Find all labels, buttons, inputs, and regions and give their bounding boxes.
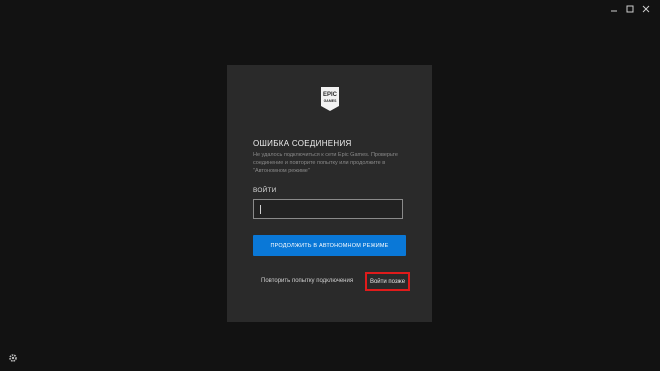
text-caret: [260, 205, 261, 214]
maximize-icon[interactable]: [622, 2, 638, 16]
close-icon[interactable]: [638, 2, 654, 16]
offline-mode-button[interactable]: ПРОДОЛЖИТЬ В АВТОНОМНОМ РЕЖИМЕ: [253, 235, 406, 256]
minimize-icon[interactable]: [606, 2, 622, 16]
sign-in-later-button[interactable]: Войти позже: [365, 272, 410, 291]
svg-text:GAMES: GAMES: [324, 99, 338, 103]
dialog-title: ОШИБКА СОЕДИНЕНИЯ: [253, 139, 352, 148]
error-description: Не удалось подключиться к сети Epic Game…: [253, 152, 398, 174]
login-label: ВОЙТИ: [253, 187, 277, 194]
epic-games-logo-icon: EPIC GAMES: [320, 86, 340, 112]
login-input[interactable]: [253, 199, 403, 219]
connection-error-dialog: EPIC GAMES ОШИБКА СОЕДИНЕНИЯ Не удалось …: [227, 65, 432, 322]
window-controls: [606, 2, 654, 16]
retry-connection-link[interactable]: Повторить попытку подключения: [261, 278, 353, 284]
svg-text:EPIC: EPIC: [323, 92, 338, 98]
gear-icon[interactable]: [8, 353, 18, 363]
